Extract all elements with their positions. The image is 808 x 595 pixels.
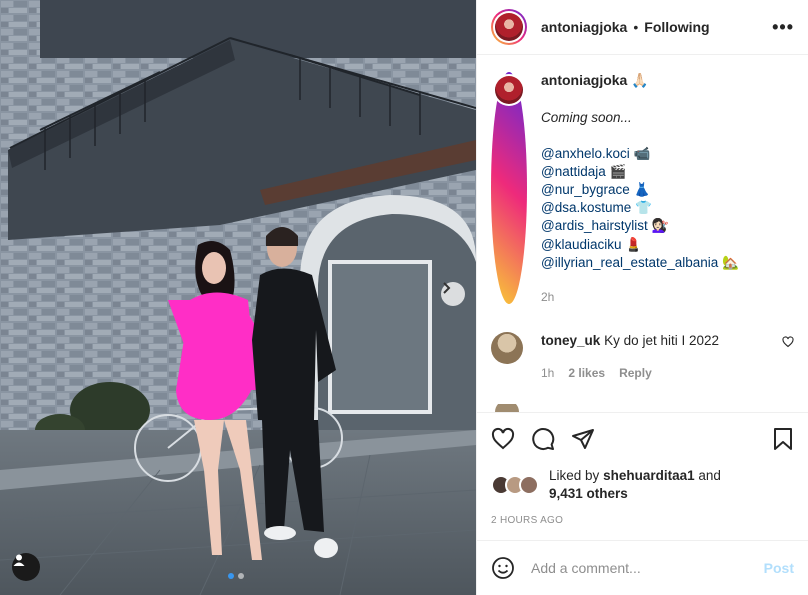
post-actions: Liked by shehuarditaa1 and 9,431 others …	[477, 412, 808, 526]
carousel-dot	[238, 573, 244, 579]
carousel-next-button[interactable]	[441, 282, 465, 306]
carousel-dot-active	[228, 573, 234, 579]
caption-mention[interactable]: @anxhelo.koci 📹	[541, 145, 794, 163]
liker-avatar	[519, 475, 539, 495]
post-sidebar: antoniagjoka • Following ••• antoniagjok…	[476, 0, 808, 595]
next-comment-peek	[495, 404, 795, 412]
following-button[interactable]: Following	[644, 19, 709, 35]
bookmark-icon[interactable]	[772, 427, 794, 451]
commenter-username[interactable]: toney_uk	[541, 333, 600, 348]
tagged-users-button[interactable]	[12, 553, 40, 581]
post-header: antoniagjoka • Following •••	[477, 0, 808, 55]
comment-like-icon[interactable]	[782, 336, 794, 348]
caption-avatar[interactable]	[495, 76, 523, 104]
caption-mention[interactable]: @illyrian_real_estate_albania 🏡	[541, 254, 794, 272]
comment-icon[interactable]	[531, 427, 555, 451]
post-image	[0, 0, 476, 595]
caption-mention[interactable]: @ardis_hairstylist 💇🏻‍♀️	[541, 217, 794, 235]
share-icon[interactable]	[571, 427, 595, 451]
author-avatar-ring[interactable]	[491, 9, 527, 45]
add-comment-bar: Post	[477, 540, 808, 595]
caption: antoniagjoka 🙏🏻 Coming soon... @anxhelo.…	[491, 72, 794, 304]
comment-item: toney_uk Ky do jet hiti I 2022 1h 2 like…	[491, 331, 794, 380]
emoji-icon[interactable]	[491, 556, 515, 580]
caption-mention[interactable]: @nattidaja 🎬	[541, 163, 794, 181]
liker-username[interactable]: shehuarditaa1	[603, 468, 695, 483]
header-separator: •	[633, 19, 639, 35]
comment-timestamp[interactable]: 1h	[541, 366, 554, 380]
post-photo[interactable]	[0, 0, 476, 595]
like-icon[interactable]	[491, 427, 515, 451]
more-options-icon[interactable]: •••	[772, 17, 794, 38]
chevron-right-icon	[443, 282, 451, 294]
comment-reply-button[interactable]: Reply	[619, 366, 652, 380]
post-timestamp[interactable]: 2 HOURS AGO	[491, 515, 794, 526]
author-username[interactable]: antoniagjoka	[541, 19, 627, 35]
action-icons	[491, 413, 794, 465]
caption-mention[interactable]: @nur_bygrace 👗	[541, 181, 794, 199]
comment-text: Ky do jet hiti I 2022	[604, 332, 719, 348]
likes-text: Liked by shehuarditaa1 and 9,431 others	[549, 467, 721, 503]
liker-avatars[interactable]	[491, 475, 547, 495]
likes-summary: Liked by shehuarditaa1 and 9,431 others	[491, 467, 794, 503]
commenter-avatar[interactable]	[491, 331, 523, 364]
caption-username[interactable]: antoniagjoka	[541, 72, 627, 88]
user-tag-icon	[13, 554, 25, 566]
caption-mention[interactable]: @klaudiaciku 💄	[541, 236, 794, 254]
comment-likes[interactable]: 2 likes	[568, 366, 605, 380]
caption-text: Coming soon... @anxhelo.koci 📹 @nattidaj…	[541, 109, 794, 272]
caption-line: Coming soon...	[541, 110, 632, 125]
comments-section[interactable]: antoniagjoka 🙏🏻 Coming soon... @anxhelo.…	[477, 56, 808, 411]
author-avatar[interactable]	[495, 13, 523, 41]
comment-meta: 1h 2 likes Reply	[541, 366, 774, 380]
post-comment-button[interactable]: Post	[764, 560, 794, 576]
likes-count[interactable]: 9,431 others	[549, 486, 628, 501]
likes-prefix: Liked by	[549, 468, 600, 483]
caption-mention[interactable]: @dsa.kostume 👕	[541, 199, 794, 217]
caption-timestamp[interactable]: 2h	[541, 290, 794, 304]
likes-and: and	[698, 468, 721, 483]
carousel-indicator	[228, 573, 244, 579]
next-commenter-avatar	[495, 404, 519, 412]
comment-input[interactable]	[531, 560, 764, 576]
caption-avatar-ring[interactable]	[491, 72, 527, 304]
caption-emoji: 🙏🏻	[631, 72, 649, 88]
